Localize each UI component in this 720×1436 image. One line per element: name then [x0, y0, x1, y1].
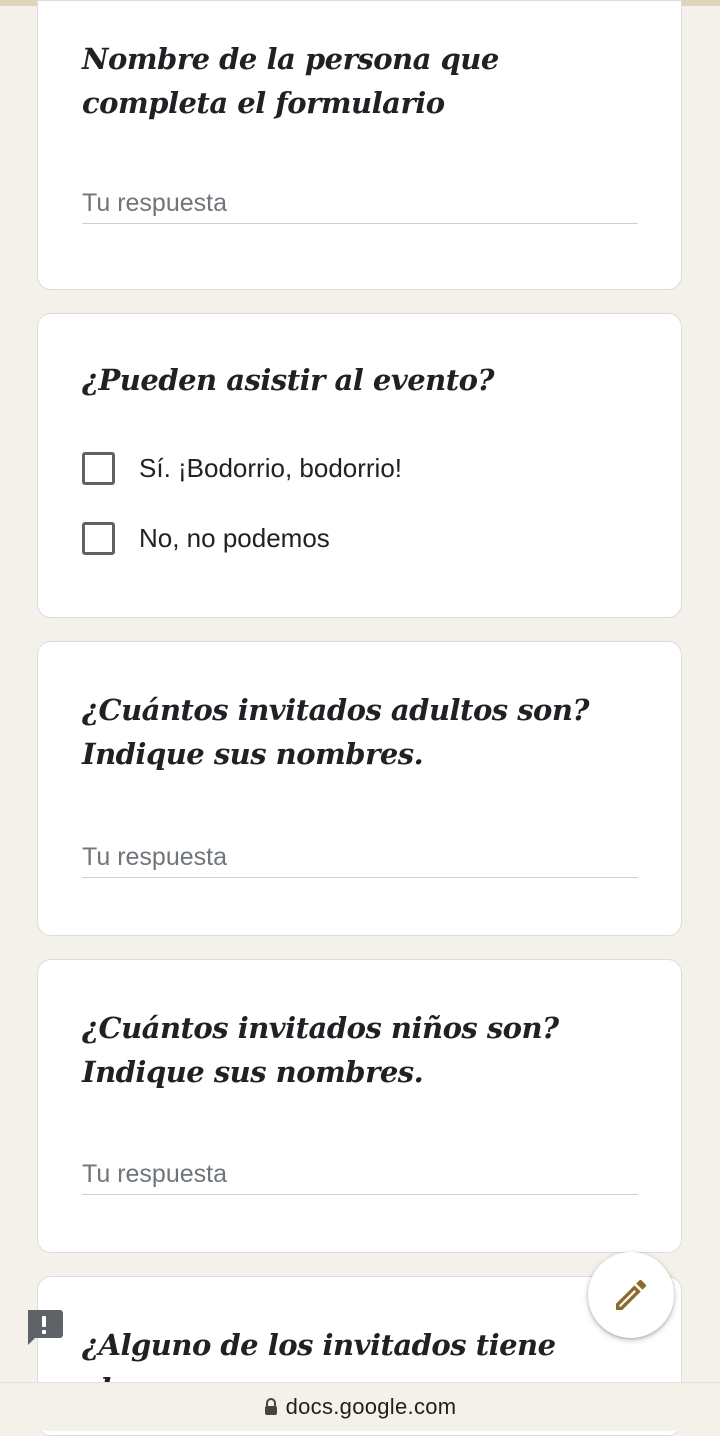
report-issue-icon: [28, 1310, 63, 1345]
edit-button[interactable]: [588, 1252, 674, 1338]
name-input[interactable]: [82, 183, 638, 223]
checkbox[interactable]: [82, 451, 115, 485]
option-no[interactable]: No, no podemos: [82, 518, 330, 558]
question-card-name: Nombre de la persona que completa el for…: [37, 0, 682, 290]
answer-field[interactable]: [82, 837, 638, 878]
url-text: docs.google.com: [285, 1394, 457, 1419]
children-input[interactable]: [82, 1154, 638, 1194]
adults-input[interactable]: [82, 837, 638, 877]
answer-field[interactable]: [82, 183, 638, 224]
question-card-attendance: ¿Pueden asistir al evento? Sí. ¡Bodorrio…: [37, 313, 682, 618]
report-issue-button[interactable]: [25, 1310, 63, 1346]
question-title: ¿Cuántos invitados adultos son? Indique …: [82, 693, 589, 771]
question-title: Nombre de la persona que completa el for…: [82, 42, 499, 120]
question-title: ¿Pueden asistir al evento?: [82, 363, 494, 397]
answer-field[interactable]: [82, 1154, 638, 1195]
pencil-icon: [616, 1279, 647, 1310]
question-card-children: ¿Cuántos invitados niños son? Indique su…: [37, 959, 682, 1253]
lock-icon: [264, 1398, 277, 1415]
question-card-adults: ¿Cuántos invitados adultos son? Indique …: [37, 641, 682, 936]
option-yes[interactable]: Sí. ¡Bodorrio, bodorrio!: [82, 448, 402, 488]
question-title: ¿Cuántos invitados niños son? Indique su…: [82, 1011, 559, 1089]
option-label: Sí. ¡Bodorrio, bodorrio!: [139, 452, 403, 483]
option-label: No, no podemos: [139, 522, 330, 553]
checkbox[interactable]: [82, 521, 115, 555]
browser-url-bar[interactable]: docs.google.com: [0, 1382, 720, 1431]
